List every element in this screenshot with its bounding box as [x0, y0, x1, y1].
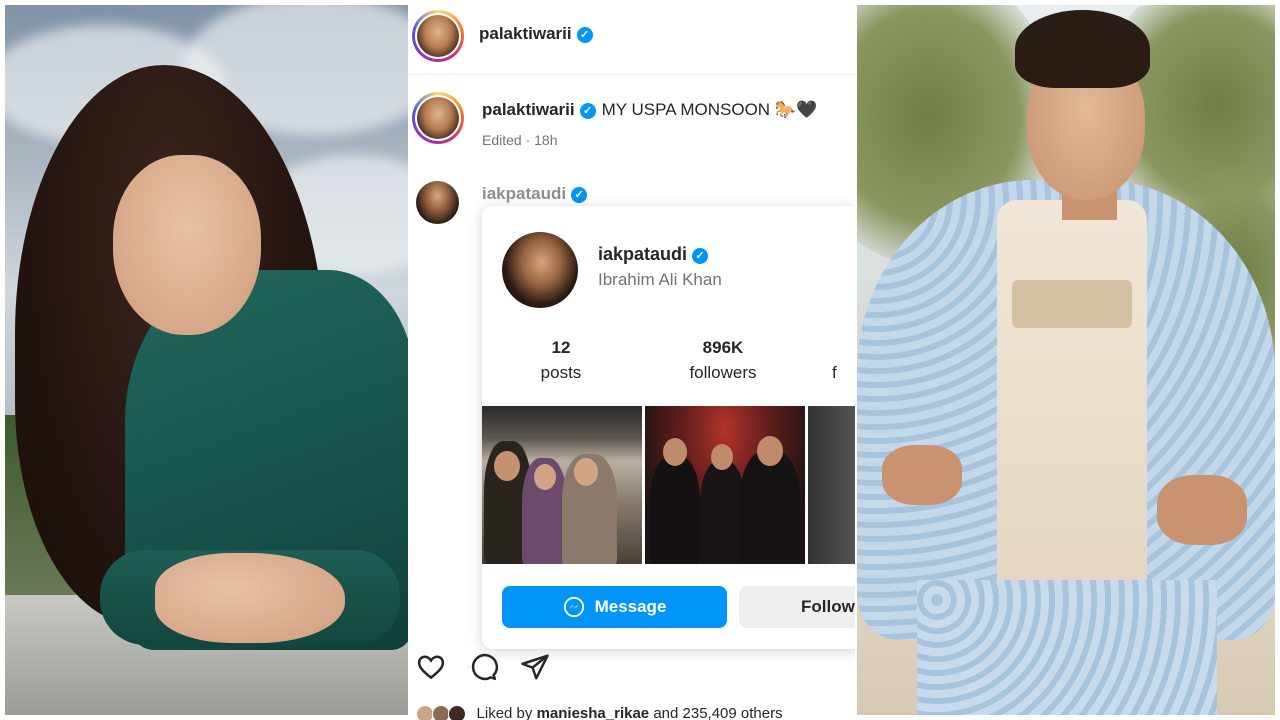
profile-hover-card: iakpataudi ✓ Ibrahim Ali Khan 12 posts 89… — [482, 206, 855, 649]
likes-prefix: Liked by — [476, 705, 533, 720]
commenter-avatar[interactable] — [416, 181, 459, 224]
stat-followers[interactable]: 896K followers — [663, 338, 783, 383]
recent-post-thumbnail[interactable] — [808, 406, 855, 564]
comment-icon[interactable] — [468, 652, 498, 682]
follow-button-label: Follow — [801, 597, 855, 616]
verified-icon: ✓ — [692, 248, 709, 264]
recent-post-thumbnail[interactable] — [482, 406, 642, 564]
author-avatar[interactable] — [412, 10, 464, 62]
stat-followers-value: 896K — [702, 338, 744, 357]
post-header: palaktiwarii ✓ — [408, 0, 855, 75]
instagram-post-panel: palaktiwarii ✓ palaktiwarii ✓ MY USPA MONSO… — [408, 0, 855, 720]
card-username-text[interactable]: iakpataudi — [598, 244, 687, 264]
message-button-label: Message — [594, 597, 667, 616]
stat-following[interactable]: f — [832, 338, 855, 383]
caption-username[interactable]: palaktiwarii — [482, 100, 575, 119]
right-photo — [857, 5, 1275, 715]
left-photo — [5, 5, 408, 715]
woman-face — [113, 155, 261, 335]
messenger-icon — [563, 596, 584, 618]
hand — [155, 553, 345, 643]
caption-avatar[interactable] — [412, 92, 464, 144]
follow-button[interactable]: Follow — [739, 586, 855, 628]
card-avatar[interactable] — [502, 232, 578, 308]
stat-posts-value: 12 — [551, 338, 571, 357]
message-button[interactable]: Message — [502, 586, 727, 628]
verified-icon: ✓ — [579, 103, 596, 119]
stat-following-label: f — [832, 363, 837, 382]
author-username[interactable]: palaktiwarii ✓ — [479, 24, 593, 44]
man-hair — [1015, 10, 1150, 88]
tshirt-logo — [1012, 280, 1132, 328]
commenter-username[interactable]: iakpataudi ✓ — [482, 184, 588, 204]
heart-icon[interactable] — [416, 652, 446, 682]
stat-following-value — [832, 338, 855, 358]
stat-followers-label: followers — [689, 363, 757, 382]
liker-avatar — [448, 705, 467, 720]
verified-icon: ✓ — [576, 27, 593, 43]
caption-meta: Edited · 18h — [482, 132, 558, 148]
stat-posts[interactable]: 12 posts — [501, 338, 621, 383]
hand — [1157, 475, 1247, 545]
post-actions — [416, 652, 550, 682]
likes-summary[interactable]: Liked by maniesha_rikae and 235,409 othe… — [416, 705, 783, 720]
hand — [882, 445, 962, 505]
recent-post-thumbnail[interactable] — [645, 406, 805, 564]
caption: palaktiwarii ✓ MY USPA MONSOON 🐎🖤 — [482, 100, 817, 120]
card-full-name: Ibrahim Ali Khan — [598, 270, 722, 289]
card-username[interactable]: iakpataudi ✓ — [598, 244, 709, 265]
likes-suffix[interactable]: and 235,409 others — [653, 705, 782, 720]
stat-posts-label: posts — [540, 363, 582, 382]
pants — [917, 580, 1217, 715]
commenter-username-text[interactable]: iakpataudi — [482, 184, 566, 203]
cream-tshirt — [997, 200, 1147, 600]
likes-user[interactable]: maniesha_rikae — [537, 705, 650, 720]
caption-text: MY USPA MONSOON 🐎🖤 — [601, 100, 818, 119]
share-icon[interactable] — [520, 652, 550, 682]
verified-icon: ✓ — [571, 187, 588, 203]
author-username-text[interactable]: palaktiwarii — [479, 24, 572, 43]
